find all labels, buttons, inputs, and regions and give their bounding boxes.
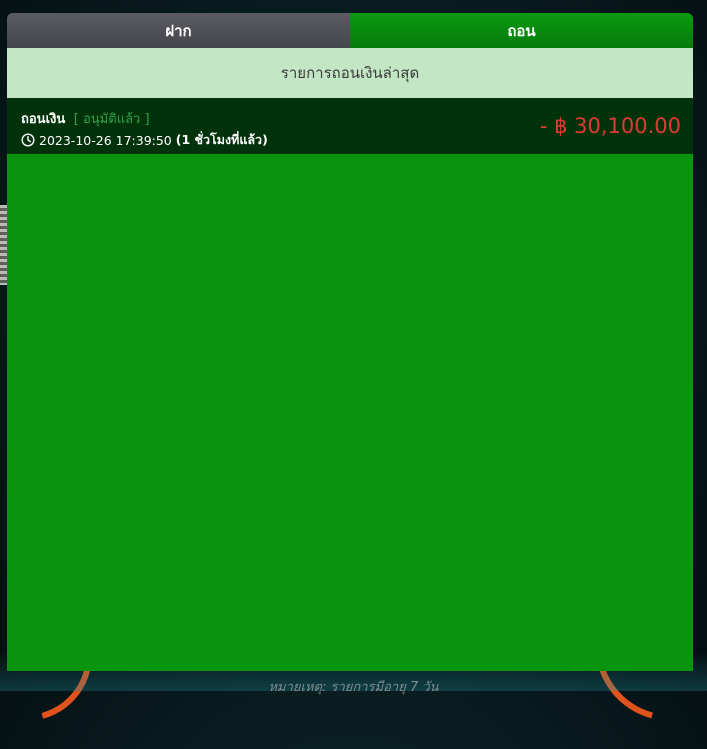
- transaction-type: ถอนเงิน: [21, 112, 66, 127]
- footer-note: หมายเหตุ: รายการมีอายุ 7 วัน: [268, 680, 439, 695]
- tab-bar: ฝาก ถอน: [7, 13, 693, 48]
- tab-deposit[interactable]: ฝาก: [7, 13, 350, 48]
- transaction-time-line: 2023-10-26 17:39:50 (1 ชั่วโมงที่แล้ว): [21, 130, 268, 150]
- tab-withdraw-label: ถอน: [507, 21, 536, 40]
- background-edge-strip: [0, 205, 7, 285]
- transaction-relative-time: (1 ชั่วโมงที่แล้ว): [175, 132, 268, 147]
- transaction-date: 2023-10-26 17:39:50: [39, 132, 172, 148]
- tab-withdraw[interactable]: ถอน: [350, 13, 693, 48]
- transaction-history-panel: ฝาก ถอน รายการถอนเงินล่าสุด ถอนเงิน [ อน…: [7, 13, 693, 671]
- transaction-amount: - ฿ 30,100.00: [539, 114, 681, 138]
- section-title: รายการถอนเงินล่าสุด: [7, 48, 693, 98]
- status-badge: [ อนุมัติแล้ว ]: [73, 112, 150, 127]
- clock-icon: [21, 133, 35, 147]
- transaction-row: ถอนเงิน [ อนุมัติแล้ว ] 2023-10-26 17:39…: [7, 98, 693, 154]
- transaction-type-line: ถอนเงิน [ อนุมัติแล้ว ]: [21, 108, 150, 129]
- tab-deposit-label: ฝาก: [165, 21, 192, 40]
